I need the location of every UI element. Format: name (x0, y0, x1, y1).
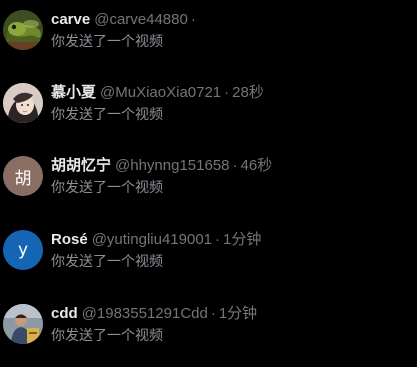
lizard-photo-avatar[interactable] (3, 10, 43, 50)
conversation-item-cdd[interactable]: cdd @1983551291Cdd · 1分钟 你发送了一个视频 (0, 294, 417, 356)
separator-dot: · (224, 84, 230, 101)
separator-dot: · (215, 231, 221, 248)
separator-dot: · (232, 157, 238, 174)
name-line: Rosé @yutingliu419001 · 1分钟 (51, 231, 261, 249)
message-preview: 你发送了一个视频 (51, 179, 163, 195)
user-handle: @carve44880 (94, 11, 188, 28)
conversation-item-muxiaoxia[interactable]: 慕小夏 @MuXiaoXia0721 · 28秒 你发送了一个视频 (0, 73, 417, 135)
display-name[interactable]: 慕小夏 (51, 84, 96, 101)
letter-avatar[interactable]: 胡 (3, 156, 43, 196)
conversation-item-huhuyining[interactable]: 胡 胡胡忆宁 @hhynng151658 · 46秒 你发送了一个视频 (0, 146, 417, 208)
avatar-letter: y (17, 240, 29, 260)
user-handle: @yutingliu419001 (91, 231, 213, 248)
conversation-item-rose[interactable]: y Rosé @yutingliu419001 · 1分钟 你发送了一个视频 (0, 220, 417, 282)
avatar-letter: 胡 (14, 168, 32, 189)
person-photo-avatar[interactable] (3, 83, 43, 123)
person-photo-icon (3, 304, 43, 344)
display-name[interactable]: carve (51, 11, 90, 28)
timestamp: 46秒 (240, 157, 273, 174)
timestamp: 1分钟 (223, 231, 262, 248)
letter-avatar[interactable]: y (3, 230, 43, 270)
user-handle: @1983551291Cdd (81, 305, 208, 322)
separator-dot: · (190, 11, 196, 28)
conversation-item-carve[interactable]: carve @carve44880 · 你发送了一个视频 (0, 0, 417, 62)
user-handle: @MuXiaoXia0721 (100, 84, 222, 101)
message-preview: 你发送了一个视频 (51, 106, 163, 122)
separator-dot: · (210, 305, 216, 322)
display-name[interactable]: Rosé (51, 231, 88, 248)
name-line: 慕小夏 @MuXiaoXia0721 · 28秒 (51, 84, 264, 102)
message-preview: 你发送了一个视频 (51, 253, 163, 269)
conversation-list: carve @carve44880 · 你发送了一个视频 慕小夏 @MuXiaoXia… (0, 0, 417, 367)
timestamp: 28秒 (232, 84, 264, 101)
person-photo-avatar[interactable] (3, 304, 43, 344)
display-name[interactable]: cdd (51, 305, 78, 322)
lizard-photo-icon (3, 10, 43, 50)
timestamp: 1分钟 (218, 305, 258, 322)
message-preview: 你发送了一个视频 (51, 327, 163, 343)
name-line: 胡胡忆宁 @hhynng151658 · 46秒 (51, 157, 272, 175)
name-line: cdd @1983551291Cdd · 1分钟 (51, 305, 257, 323)
name-line: carve @carve44880 · (51, 11, 199, 29)
display-name[interactable]: 胡胡忆宁 (51, 157, 111, 174)
user-handle: @hhynng151658 (115, 157, 230, 174)
person-photo-icon (3, 83, 43, 123)
message-preview: 你发送了一个视频 (51, 33, 163, 49)
